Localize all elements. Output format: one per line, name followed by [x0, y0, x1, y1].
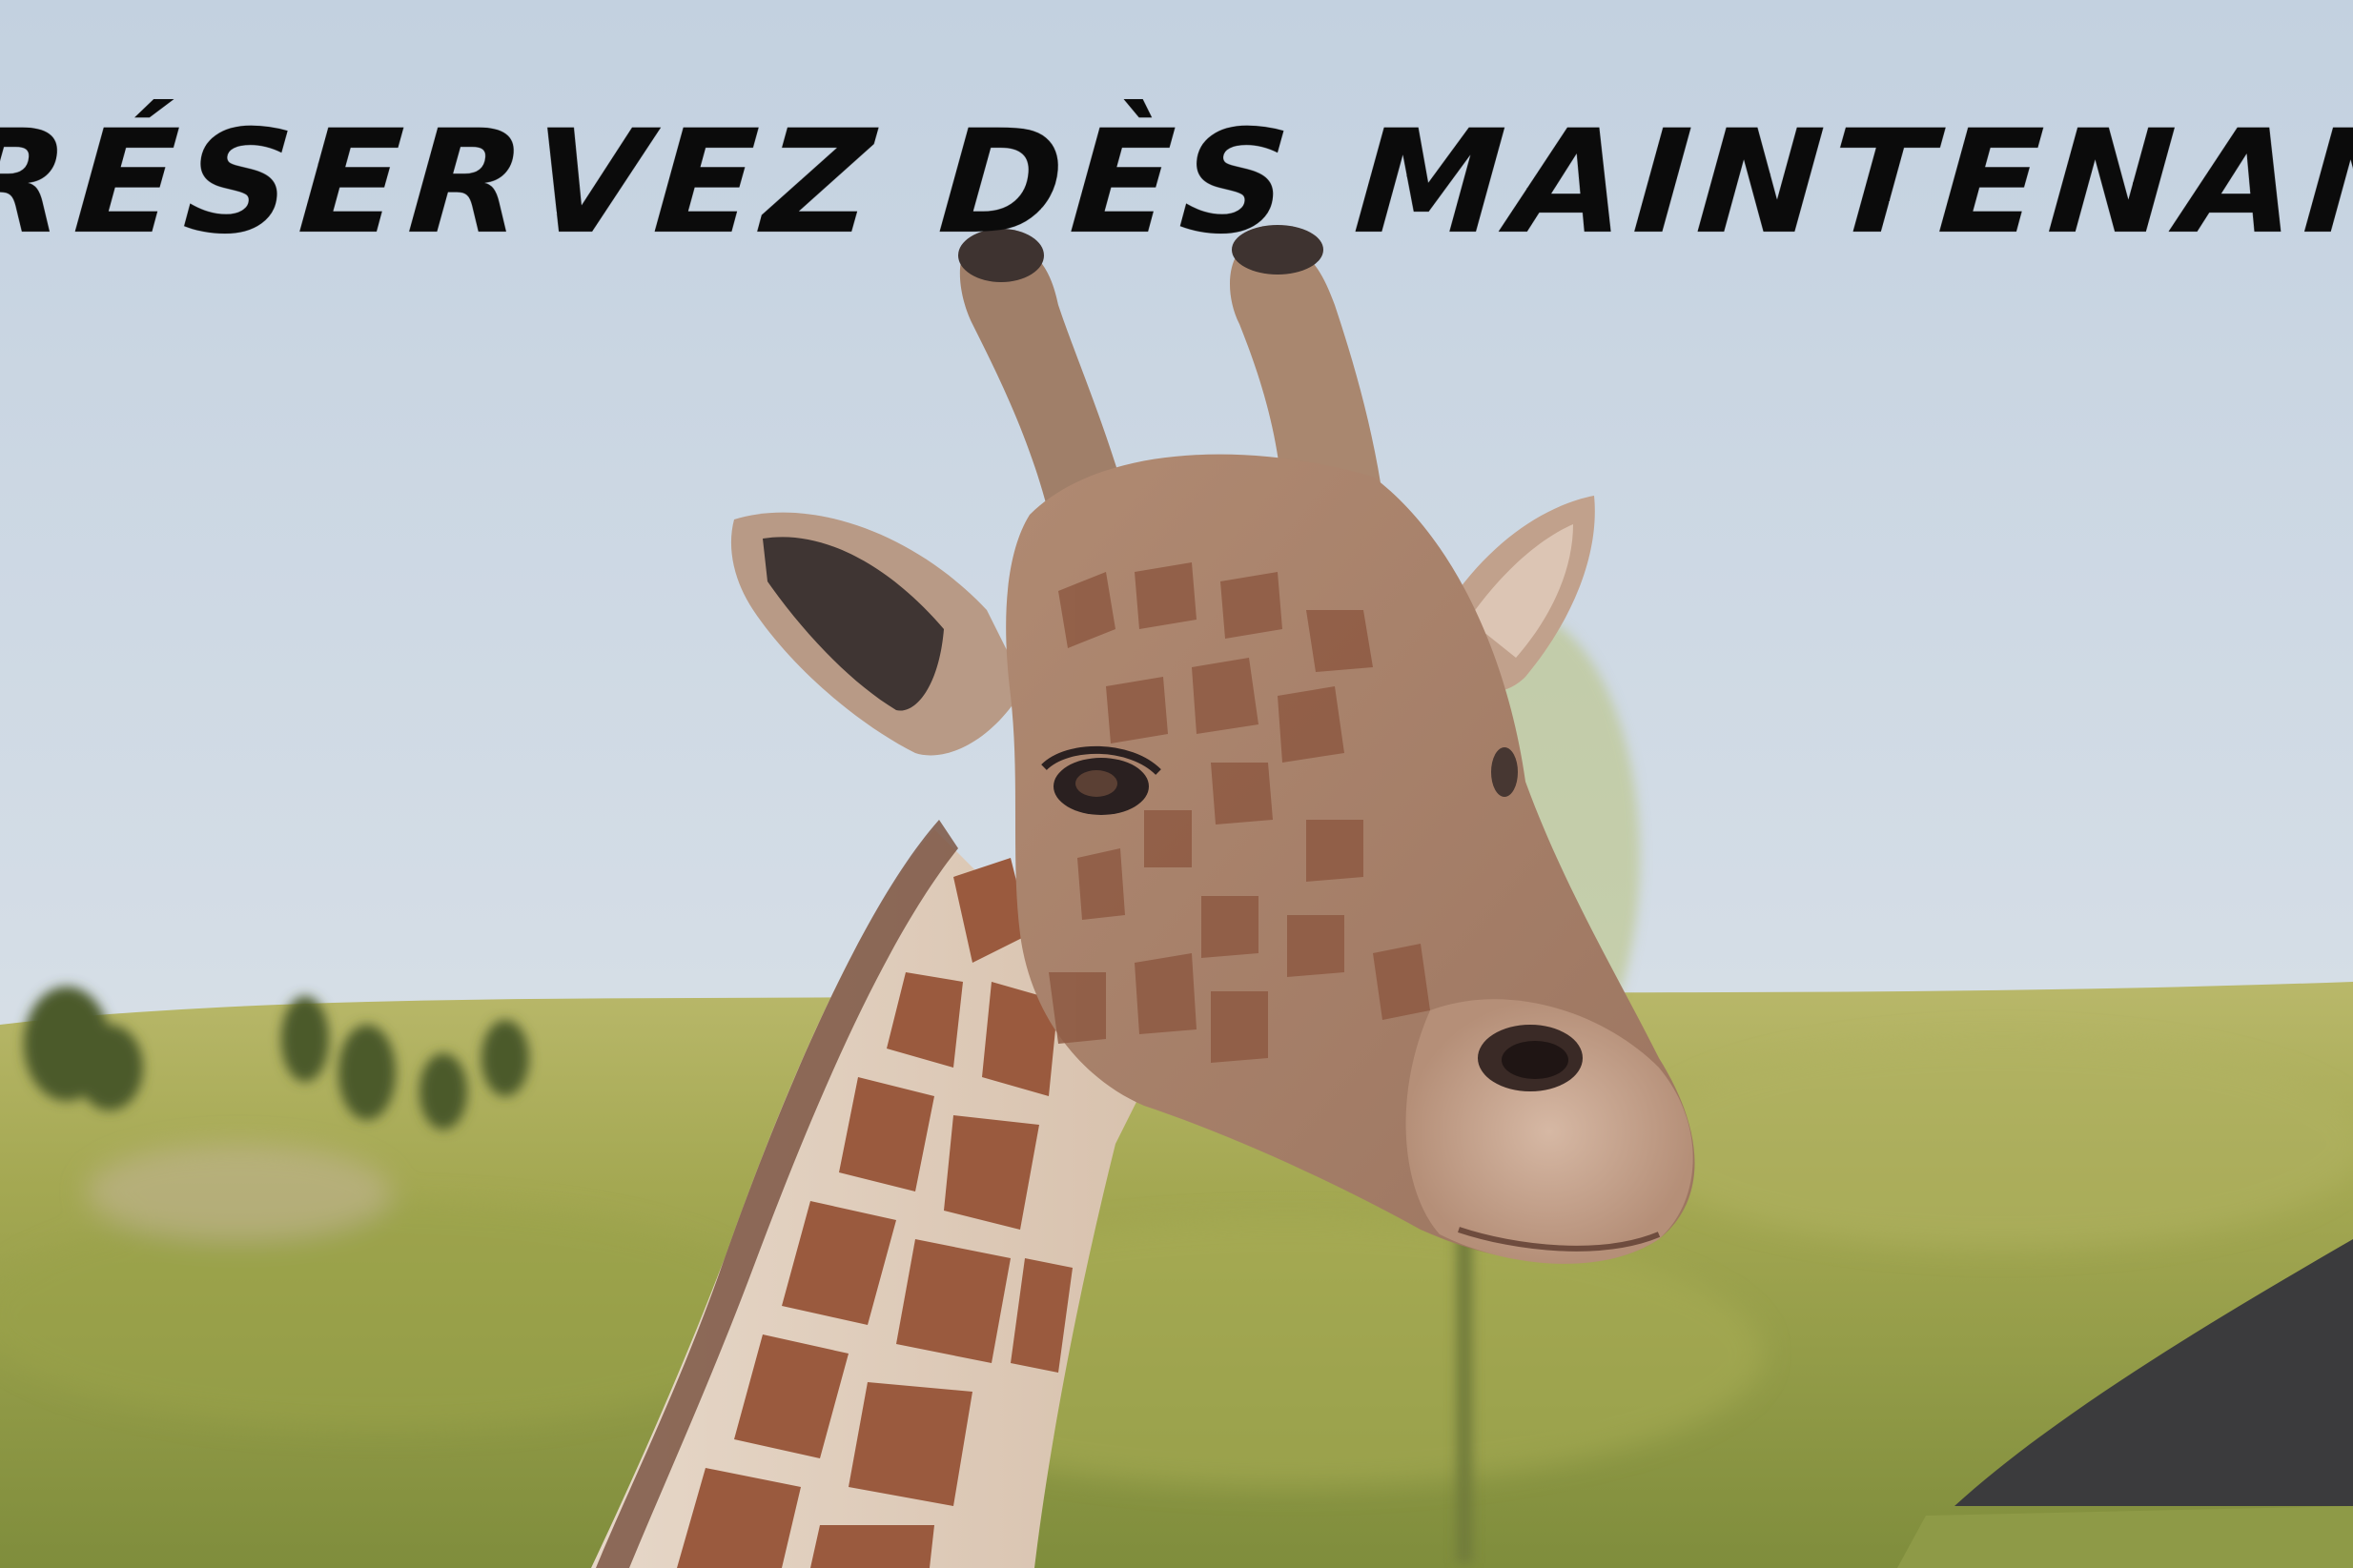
photo-scene: RÉSERVEZ DÈS MAINTENANT [0, 0, 2353, 1568]
headline-text: RÉSERVEZ DÈS MAINTENANT [0, 100, 2353, 266]
